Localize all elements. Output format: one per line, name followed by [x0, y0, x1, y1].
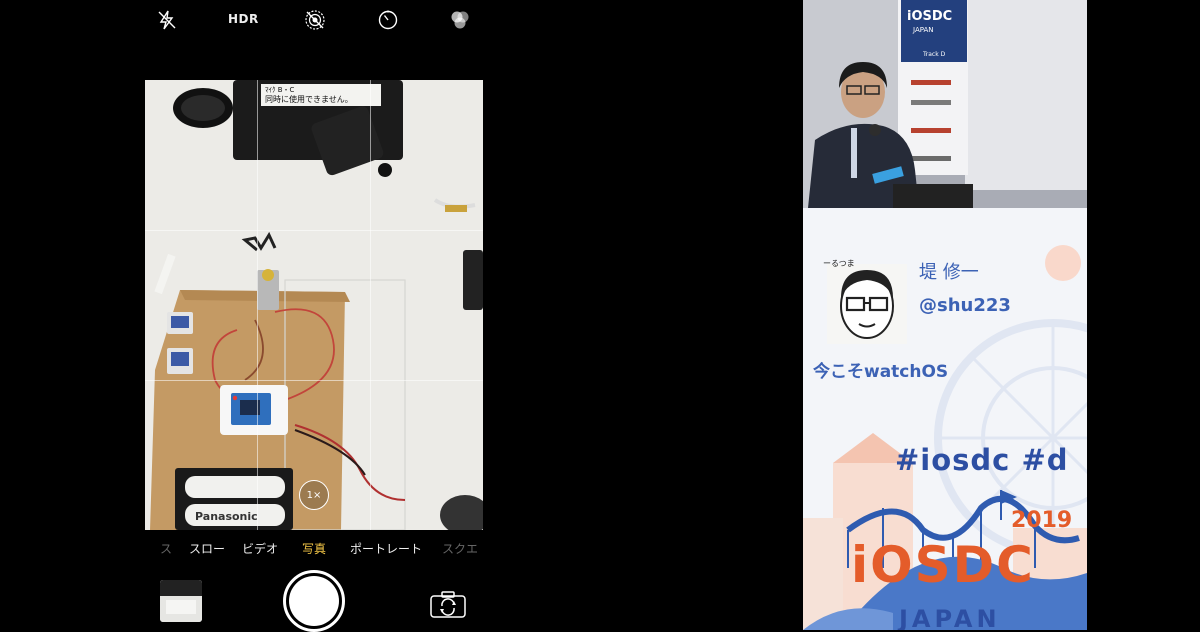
- switch-camera-icon[interactable]: [430, 590, 466, 618]
- grid-line: [370, 80, 371, 530]
- banner-sub: JAPAN: [912, 26, 934, 34]
- flash-off-icon[interactable]: [156, 9, 178, 31]
- camera-top-bar: HDR: [140, 0, 490, 42]
- sign-text-2: 同時に使用できません。: [265, 94, 353, 104]
- conference-hashtag: #iosdc #d: [895, 443, 1069, 477]
- mode-portrait[interactable]: ポートレート: [350, 540, 422, 557]
- timer-icon[interactable]: [377, 9, 399, 31]
- speaker-avatar: ーるつま: [823, 259, 907, 344]
- grid-line: [145, 380, 483, 381]
- conference-logo: iOSDC: [851, 536, 1035, 594]
- avatar-caption: ーるつま: [823, 259, 855, 268]
- talk-title: 今こそwatchOS: [813, 362, 949, 382]
- camera-mode-selector: ス スロー ビデオ 写真 ポートレート スクエ: [140, 540, 490, 558]
- thumbnail-image: [160, 580, 202, 622]
- filters-icon[interactable]: [449, 9, 471, 31]
- speaker-video: iOSDC JAPAN Track D: [803, 0, 1087, 208]
- banner-track: Track D: [922, 51, 946, 58]
- speaker-handle: @shu223: [919, 295, 1011, 316]
- last-photo-thumbnail[interactable]: [160, 580, 202, 622]
- zoom-button[interactable]: 1×: [299, 480, 329, 510]
- conference-logo-sub: JAPAN: [899, 605, 1001, 630]
- presentation-slide: iOSDC JAPAN Track D ーるつま 堤 修一 @shu223 今こ…: [803, 0, 1087, 630]
- mode-timelapse[interactable]: ス: [160, 540, 172, 557]
- banner-title: iOSDC: [907, 9, 952, 24]
- grid-line: [145, 230, 483, 231]
- viewfinder-scene: ﾏｲｸ B・C 同時に使用できません。 Panasonic: [145, 80, 483, 530]
- mode-video[interactable]: ビデオ: [242, 540, 278, 557]
- hdr-toggle[interactable]: HDR: [228, 12, 259, 26]
- mode-photo[interactable]: 写真: [302, 540, 326, 557]
- battery-brand-text: Panasonic: [195, 510, 258, 523]
- shutter-button[interactable]: [283, 570, 345, 632]
- shutter-inner: [289, 576, 339, 626]
- sign-text-1: ﾏｲｸ B・C: [265, 86, 295, 94]
- speaker-name: 堤 修一: [919, 262, 979, 283]
- camera-viewfinder[interactable]: ﾏｲｸ B・C 同時に使用できません。 Panasonic 1×: [145, 80, 483, 530]
- mode-slo-mo[interactable]: スロー: [189, 540, 225, 557]
- grid-line: [257, 80, 258, 530]
- conference-year: 2019: [1011, 508, 1073, 533]
- live-photo-off-icon[interactable]: [304, 9, 326, 31]
- camera-app: HDR ﾏｲｸ B・C 同時に使用できません。 Panasonic 1× ス ス…: [140, 0, 490, 632]
- mode-square[interactable]: スクエ: [442, 540, 478, 557]
- speaker-video-frame: iOSDC JAPAN Track D: [803, 0, 1087, 208]
